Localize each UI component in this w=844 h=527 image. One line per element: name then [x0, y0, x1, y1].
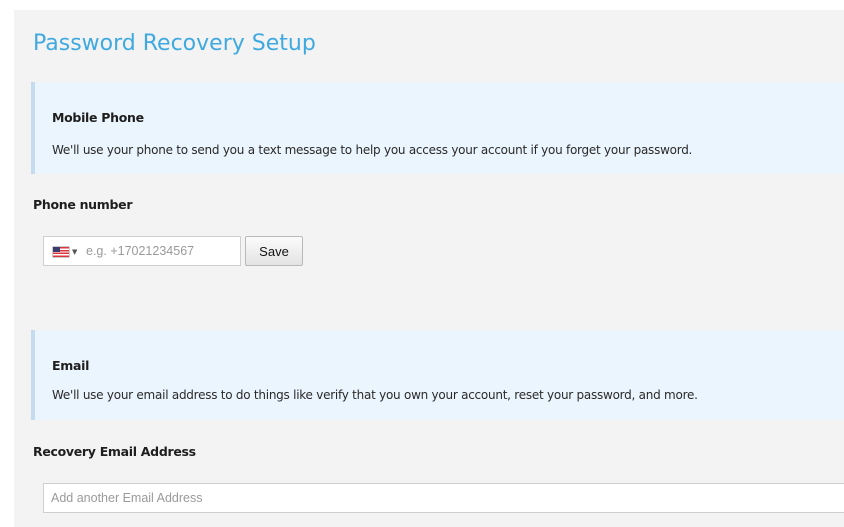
- caret-down-icon: ▼: [72, 248, 78, 256]
- save-phone-button[interactable]: Save: [245, 236, 303, 266]
- us-flag-icon: [53, 247, 69, 257]
- email-heading: Email: [52, 358, 90, 373]
- country-code-dropdown[interactable]: ▼: [50, 237, 84, 265]
- page-title: Password Recovery Setup: [33, 31, 316, 56]
- email-info-callout: Email We'll use your email address to do…: [31, 330, 844, 420]
- recovery-email-input[interactable]: [43, 483, 844, 513]
- mobile-phone-description: We'll use your phone to send you a text …: [52, 143, 693, 157]
- email-description: We'll use your email address to do thing…: [52, 388, 698, 402]
- page: Password Recovery Setup Mobile Phone We'…: [0, 0, 844, 527]
- mobile-phone-info-callout: Mobile Phone We'll use your phone to sen…: [31, 82, 844, 174]
- mobile-phone-heading: Mobile Phone: [52, 110, 144, 125]
- phone-number-label: Phone number: [33, 197, 133, 212]
- phone-number-input[interactable]: [86, 240, 236, 262]
- phone-number-field: ▼: [43, 236, 241, 266]
- recovery-email-label: Recovery Email Address: [33, 444, 196, 459]
